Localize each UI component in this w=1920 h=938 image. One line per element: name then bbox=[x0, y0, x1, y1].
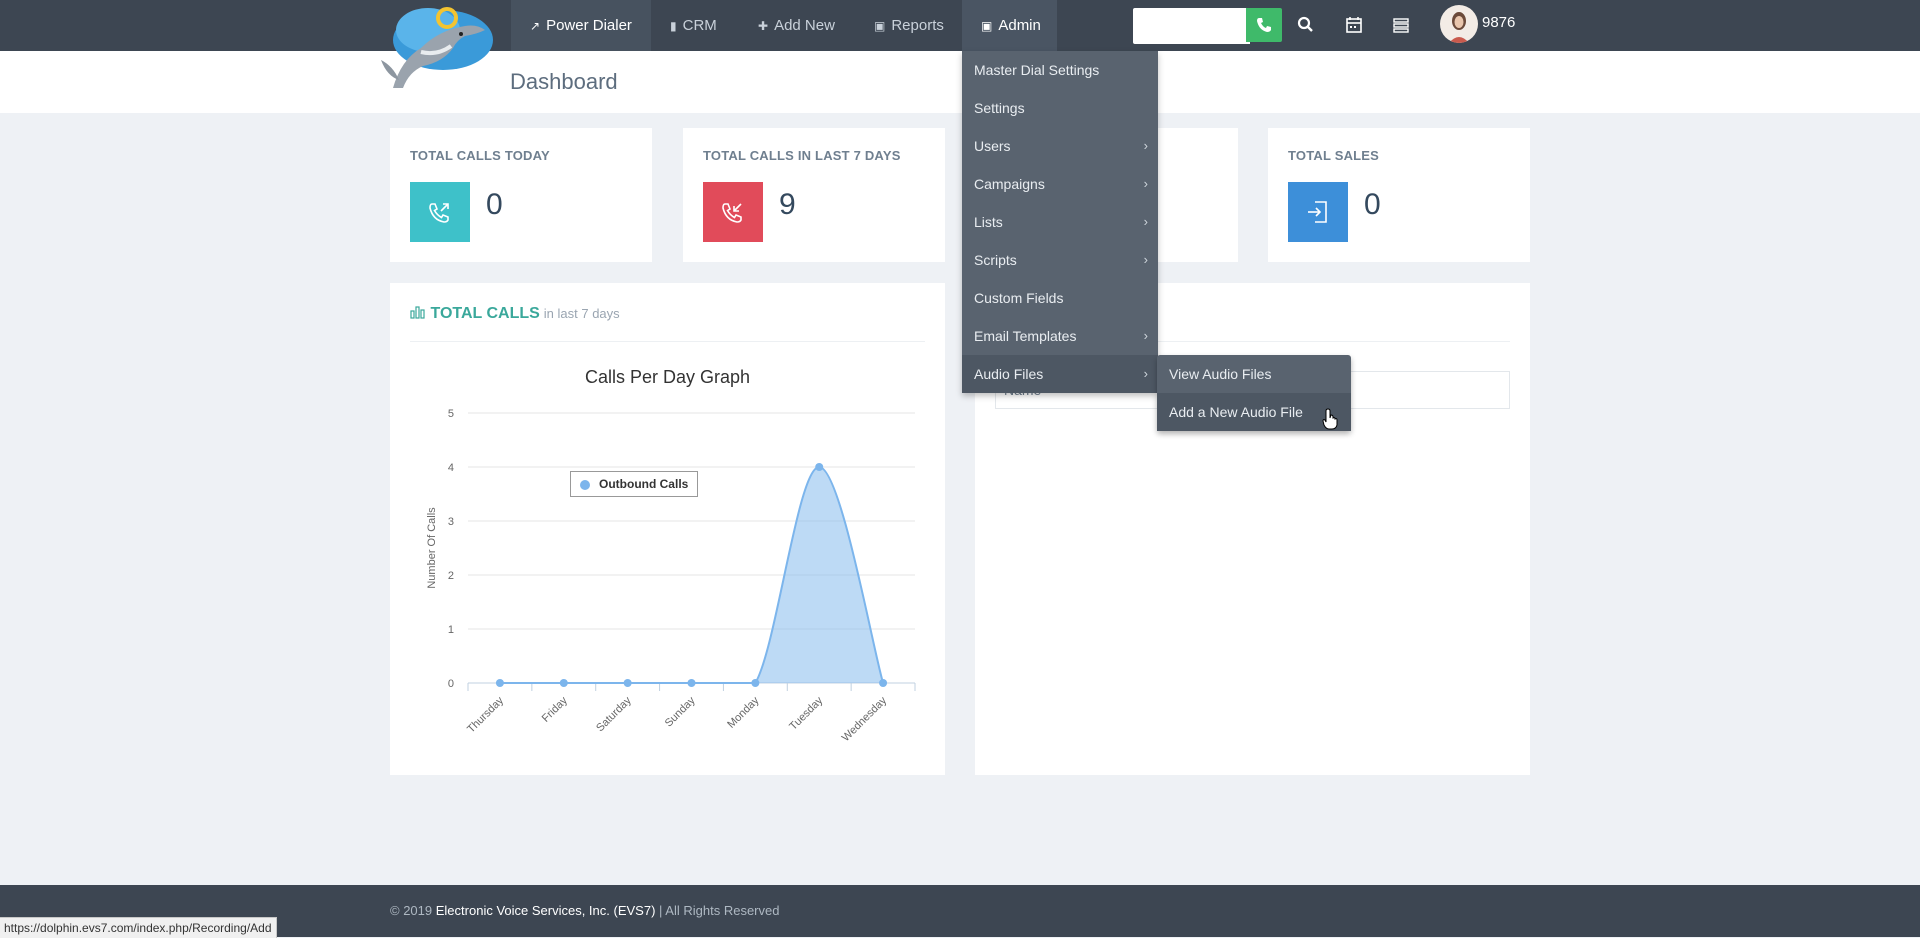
menu-master-dial-settings[interactable]: Master Dial Settings bbox=[962, 51, 1158, 89]
menu-scripts[interactable]: Scripts › bbox=[962, 241, 1158, 279]
calendar-icon bbox=[1346, 17, 1362, 33]
y-tick-label: 3 bbox=[448, 516, 454, 528]
chevron-right-icon: › bbox=[1143, 252, 1148, 267]
hand-cursor-icon bbox=[1322, 408, 1340, 435]
nav-reports[interactable]: ▣ Reports bbox=[855, 0, 963, 51]
menu-lists[interactable]: Lists › bbox=[962, 203, 1158, 241]
page-header bbox=[0, 51, 1920, 113]
search-icon bbox=[1297, 16, 1313, 32]
stat-title: TOTAL SALES bbox=[1288, 148, 1380, 163]
legend-marker bbox=[580, 480, 590, 490]
list-icon bbox=[1393, 18, 1409, 33]
x-tick-label: Tuesday bbox=[787, 694, 825, 732]
nav-crm[interactable]: ▮ CRM bbox=[651, 0, 736, 51]
chevron-right-icon: › bbox=[1143, 214, 1148, 229]
admin-dropdown-menu: Master Dial Settings Settings Users › Campai… bbox=[962, 51, 1158, 393]
menu-campaigns[interactable]: Campaigns › bbox=[962, 165, 1158, 203]
status-bar-url: https://dolphin.evs7.com/index.php/Recor… bbox=[0, 917, 277, 938]
calls-per-day-chart: 0 1 2 3 4 5 Thursday Friday Saturday Sunday Monday… bbox=[426, 408, 916, 744]
phone-incoming-icon bbox=[703, 182, 763, 242]
y-tick-label: 5 bbox=[448, 408, 454, 420]
y-tick-label: 2 bbox=[448, 570, 454, 582]
stat-card-hidden bbox=[1158, 128, 1238, 262]
nav-power-dialer[interactable]: ↗ Power Dialer bbox=[511, 0, 651, 51]
y-axis-label: Number Of Calls bbox=[426, 507, 438, 589]
book-icon: ▮ bbox=[670, 19, 677, 33]
x-tick-label: Thursday bbox=[465, 694, 506, 735]
data-point bbox=[687, 679, 696, 687]
total-calls-panel: TOTAL CALLS in last 7 days Calls Per Day … bbox=[390, 283, 945, 775]
search-button[interactable] bbox=[1293, 12, 1319, 38]
search-input[interactable] bbox=[1133, 8, 1250, 44]
menu-custom-fields[interactable]: Custom Fields bbox=[962, 279, 1158, 317]
menu-item-label: Master Dial Settings bbox=[974, 62, 1100, 78]
x-tick-label: Saturday bbox=[594, 694, 634, 734]
menu-users[interactable]: Users › bbox=[962, 127, 1158, 165]
avatar[interactable] bbox=[1440, 5, 1478, 43]
menu-item-label: Campaigns bbox=[974, 176, 1045, 192]
legend-label: Outbound Calls bbox=[599, 477, 689, 491]
data-point bbox=[879, 679, 888, 687]
list-button[interactable] bbox=[1388, 12, 1414, 38]
stat-card-total-sales: TOTAL SALES 0 bbox=[1268, 128, 1530, 262]
link-icon: ↗ bbox=[530, 19, 541, 33]
footer-rights: | All Rights Reserved bbox=[659, 903, 780, 918]
footer-text: © 2019 Electronic Voice Services, Inc. (… bbox=[390, 903, 779, 918]
stat-value: 0 bbox=[486, 188, 503, 221]
footer-company[interactable]: Electronic Voice Services, Inc. (EVS7) bbox=[436, 903, 656, 918]
menu-item-label: Users bbox=[974, 138, 1011, 154]
menu-item-label: Lists bbox=[974, 214, 1003, 230]
lock-icon: ▣ bbox=[981, 19, 993, 33]
menu-item-label: Email Templates bbox=[974, 328, 1077, 344]
menu-view-audio-files[interactable]: View Audio Files bbox=[1157, 355, 1351, 393]
page-title: Dashboard bbox=[510, 69, 618, 94]
stat-card-calls-today: TOTAL CALLS TODAY 0 bbox=[390, 128, 652, 262]
menu-audio-files[interactable]: Audio Files › bbox=[962, 355, 1158, 393]
chevron-right-icon: › bbox=[1143, 366, 1148, 381]
y-tick-label: 4 bbox=[448, 462, 454, 474]
stat-title: TOTAL CALLS IN LAST 7 DAYS bbox=[703, 148, 901, 163]
chevron-right-icon: › bbox=[1143, 176, 1148, 191]
y-tick-label: 0 bbox=[448, 678, 454, 690]
menu-email-templates[interactable]: Email Templates › bbox=[962, 317, 1158, 355]
plus-icon: ✚ bbox=[758, 19, 769, 33]
chevron-right-icon: › bbox=[1143, 328, 1148, 343]
x-tick-label: Sunday bbox=[663, 694, 698, 729]
stat-value: 9 bbox=[779, 188, 796, 221]
lock-icon: ▣ bbox=[874, 19, 886, 33]
footer: © 2019 Electronic Voice Services, Inc. (… bbox=[0, 885, 1920, 937]
stat-value: 0 bbox=[1364, 188, 1381, 221]
menu-settings[interactable]: Settings bbox=[962, 89, 1158, 127]
menu-item-label: Custom Fields bbox=[974, 290, 1064, 306]
sign-in-icon bbox=[1288, 182, 1348, 242]
y-tick-label: 1 bbox=[448, 624, 454, 636]
stat-card-calls-7-days: TOTAL CALLS IN LAST 7 DAYS 9 bbox=[683, 128, 945, 262]
calendar-button[interactable] bbox=[1341, 12, 1367, 38]
username-label[interactable]: 9876 bbox=[1482, 14, 1515, 31]
menu-item-label: Audio Files bbox=[974, 366, 1044, 382]
menu-item-label: Settings bbox=[974, 100, 1025, 116]
chart-legend[interactable]: Outbound Calls bbox=[570, 471, 698, 497]
data-point bbox=[623, 679, 632, 687]
data-point bbox=[559, 679, 568, 687]
footer-copyright: © 2019 bbox=[390, 903, 433, 918]
chevron-right-icon: › bbox=[1143, 138, 1148, 153]
phone-icon bbox=[1257, 18, 1271, 32]
x-tick-label: Friday bbox=[540, 694, 570, 724]
nav-admin[interactable]: ▣ Admin bbox=[962, 0, 1057, 51]
data-point bbox=[815, 463, 824, 471]
data-point bbox=[495, 679, 504, 687]
stat-title: TOTAL CALLS TODAY bbox=[410, 148, 550, 163]
data-point bbox=[751, 679, 760, 687]
dolphin-logo[interactable] bbox=[373, 0, 498, 92]
phone-outgoing-icon bbox=[410, 182, 470, 242]
menu-item-label: Scripts bbox=[974, 252, 1017, 268]
x-tick-label: Monday bbox=[725, 694, 762, 731]
x-tick-label: Wednesday bbox=[840, 694, 890, 744]
nav-add-new[interactable]: ✚ Add New bbox=[739, 0, 854, 51]
dial-button[interactable] bbox=[1246, 8, 1282, 42]
